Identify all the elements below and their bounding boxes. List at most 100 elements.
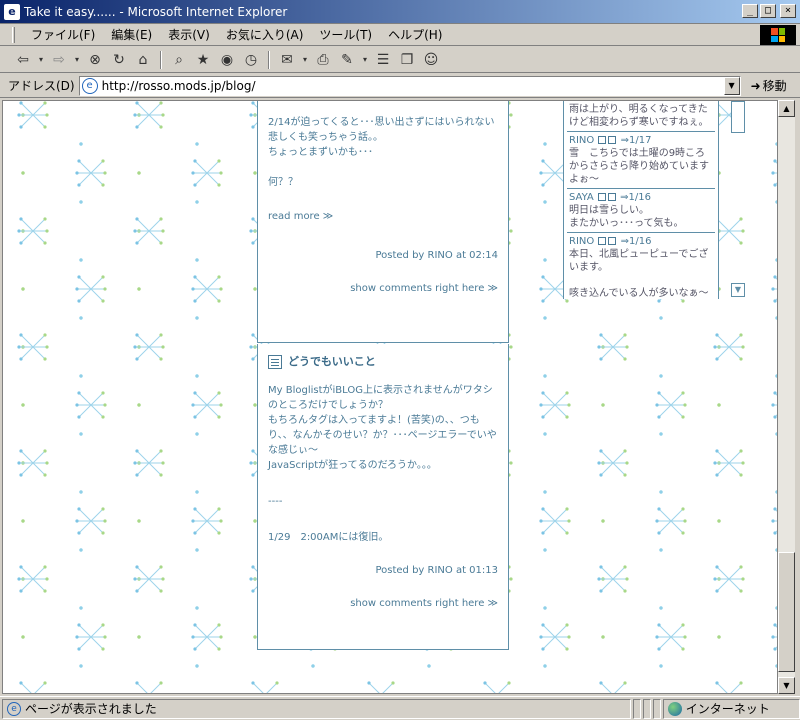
comments-scroll-down-icon[interactable]: ▼ — [731, 283, 745, 297]
read-more-link[interactable]: read more ≫ — [268, 209, 498, 224]
background-star — [251, 681, 279, 693]
minimize-button[interactable]: _ — [742, 4, 758, 18]
background-star — [655, 507, 687, 535]
menu-tools[interactable]: ツール(T) — [311, 26, 380, 43]
comment-date-link[interactable]: ⇒1/16 — [621, 236, 652, 247]
show-comments-link[interactable]: show comments right here ≫ — [268, 281, 498, 296]
window-controls: _ □ × — [742, 4, 796, 18]
background-star — [713, 333, 745, 361]
address-url[interactable]: http://rosso.mods.jp/blog/ — [102, 79, 256, 93]
forward-dropdown-icon[interactable]: ▾ — [72, 49, 82, 71]
post-title-text[interactable]: どうでもいいこと — [288, 354, 376, 369]
forward-icon[interactable]: ⇨ — [48, 49, 70, 71]
address-input[interactable]: e http://rosso.mods.jp/blog/ ▼ — [78, 75, 741, 96]
comment-author: SAYA ⇒1/16 — [569, 191, 713, 204]
mail-icon[interactable] — [597, 193, 606, 201]
background-star — [771, 507, 777, 535]
home-icon[interactable] — [607, 193, 616, 201]
comment-body: 雪 こちらでは土曜の9時ころからさらさら降り始めていますよぉ～ — [569, 148, 709, 185]
post-line: 何？？ — [268, 177, 298, 188]
comment-item: RINO ⇒1/16 本日、北風ピューピューでございます。 咳き込んでいる人が多… — [567, 233, 715, 299]
menu-view[interactable]: 表示(V) — [160, 26, 218, 43]
background-star — [75, 275, 107, 303]
background-star — [367, 681, 395, 693]
toolbar-separator — [268, 50, 270, 69]
background-star — [17, 565, 49, 593]
edit-icon[interactable]: ✎ — [336, 49, 358, 71]
status-text: ページが表示されました — [25, 702, 157, 716]
background-star — [539, 623, 571, 651]
background-star — [655, 391, 687, 419]
refresh-icon[interactable]: ↻ — [108, 49, 130, 71]
print-icon[interactable]: ⎙ — [312, 49, 334, 71]
back-dropdown-icon[interactable]: ▾ — [36, 49, 46, 71]
comment-date-link[interactable]: ⇒1/16 — [620, 192, 651, 203]
background-star — [191, 623, 223, 651]
mail-icon[interactable] — [598, 237, 607, 245]
scroll-up-icon[interactable]: ▲ — [778, 100, 795, 117]
background-star — [539, 391, 571, 419]
post-line: 2/14が迫ってくると･･･思い出さずにはいられない悲しくも笑っちゃう話。。 — [268, 117, 495, 143]
home-icon[interactable]: ⌂ — [132, 49, 154, 71]
research-icon[interactable]: ❐ — [396, 49, 418, 71]
toolbar-separator — [160, 50, 162, 69]
address-dropdown-icon[interactable]: ▼ — [723, 76, 740, 95]
comment-item: SAYA ⇒1/16 明日は雪らしい。 またかいっ･･･って気も。 — [567, 189, 715, 233]
scroll-down-icon[interactable]: ▼ — [778, 677, 795, 694]
comment-date-link[interactable]: ⇒1/17 — [621, 135, 652, 146]
menu-file[interactable]: ファイル(F) — [23, 26, 103, 43]
comment-author: RINO ⇒1/17 — [569, 134, 713, 147]
address-label: アドレス(D) — [8, 79, 75, 93]
media-icon[interactable]: ◉ — [216, 49, 238, 71]
background-star — [133, 333, 165, 361]
comments-scroll-up-icon[interactable] — [731, 101, 745, 133]
background-star — [655, 623, 687, 651]
background-star — [771, 391, 777, 419]
background-star — [597, 449, 629, 477]
scroll-thumb[interactable] — [778, 552, 795, 672]
favorites-icon[interactable]: ★ — [192, 49, 214, 71]
maximize-button[interactable]: □ — [760, 4, 776, 18]
comment-author-name[interactable]: SAYA — [569, 192, 594, 203]
comment-body: 明日は雪らしい。 またかいっ･･･って気も。 — [569, 205, 684, 229]
vertical-scrollbar[interactable]: ▲ ▼ — [778, 100, 795, 694]
status-cell — [642, 698, 651, 719]
title-bar: e Take it easy...... - Microsoft Interne… — [0, 0, 800, 24]
comment-author: RINO ⇒1/16 — [569, 235, 713, 248]
comment-item: RINO ⇒1/17 雪 こちらでは土曜の9時ころからさらさら降り始めていますよ… — [567, 132, 715, 189]
messenger-icon[interactable]: ☺ — [420, 49, 442, 71]
menu-help[interactable]: ヘルプ(H) — [380, 26, 450, 43]
back-icon[interactable]: ⇦ — [12, 49, 34, 71]
menu-edit[interactable]: 編集(E) — [103, 26, 160, 43]
go-arrow-icon: ➜ — [750, 78, 761, 93]
close-button[interactable]: × — [780, 4, 796, 18]
background-star — [191, 507, 223, 535]
post-title: どうでもいいこと — [268, 354, 498, 369]
background-star — [483, 681, 511, 693]
background-star — [19, 681, 47, 693]
background-star — [713, 565, 745, 593]
edit-dropdown-icon[interactable]: ▾ — [360, 49, 370, 71]
status-message: e ページが表示されました — [2, 698, 632, 719]
post-line: 1/29 2:00AMには復旧。 — [268, 532, 389, 543]
home-icon[interactable] — [608, 136, 617, 144]
search-icon[interactable]: ⌕ — [168, 49, 190, 71]
home-icon[interactable] — [608, 237, 617, 245]
history-icon[interactable]: ◷ — [240, 49, 262, 71]
mail-dropdown-icon[interactable]: ▾ — [300, 49, 310, 71]
comment-body: 雨は上がり、明るくなってきたけど相変わらず寒いですねぇ。 — [569, 104, 709, 128]
comment-author-name[interactable]: RINO — [569, 236, 594, 247]
background-star — [771, 159, 777, 187]
status-cell — [652, 698, 661, 719]
stop-icon[interactable]: ⊗ — [84, 49, 106, 71]
menu-favorites[interactable]: お気に入り(A) — [218, 26, 312, 43]
window-title: Take it easy...... - Microsoft Internet … — [24, 4, 288, 19]
discuss-icon[interactable]: ☰ — [372, 49, 394, 71]
comment-author-name[interactable]: RINO — [569, 135, 594, 146]
go-button[interactable]: ➜ 移動 — [751, 77, 787, 94]
mail-icon[interactable]: ✉ — [276, 49, 298, 71]
background-star — [75, 507, 107, 535]
mail-icon[interactable] — [598, 136, 607, 144]
show-comments-link[interactable]: show comments right here ≫ — [268, 596, 498, 611]
background-star — [17, 217, 49, 245]
